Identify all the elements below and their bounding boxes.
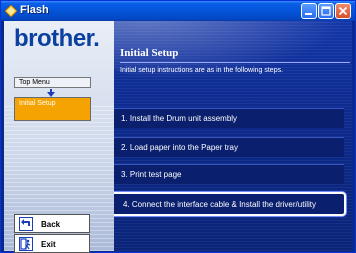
brother-logo: brother. xyxy=(14,25,100,52)
sidebar: brother. Top Menu Initial Setup Back Exi… xyxy=(4,21,114,253)
step-connect-cable-install-driver[interactable]: 4. Connect the interface cable & Install… xyxy=(114,192,346,216)
page-title: Initial Setup xyxy=(120,47,179,59)
exit-button-label: Exit xyxy=(41,240,56,249)
main-panel: Initial Setup Initial setup instructions… xyxy=(114,21,352,251)
maximize-icon xyxy=(321,6,331,16)
client-area: brother. Top Menu Initial Setup Back Exi… xyxy=(4,21,352,253)
close-button[interactable] xyxy=(335,3,351,19)
close-icon xyxy=(338,6,348,16)
minimize-button[interactable] xyxy=(301,3,317,19)
back-button[interactable]: Back xyxy=(14,214,90,233)
step-load-paper[interactable]: 2. Load paper into the Paper tray xyxy=(114,137,344,157)
nav-initial-setup: Initial Setup xyxy=(14,97,91,121)
minimize-icon xyxy=(305,13,312,15)
exit-button[interactable]: Exit xyxy=(14,234,90,253)
back-button-label: Back xyxy=(41,220,61,229)
step-install-drum[interactable]: 1. Install the Drum unit assembly xyxy=(114,108,344,128)
title-bar[interactable]: Flash xyxy=(1,1,355,21)
nav-top-menu[interactable]: Top Menu xyxy=(14,77,91,88)
exit-icon xyxy=(19,237,33,251)
down-arrow-icon xyxy=(47,89,55,97)
step-print-test-page[interactable]: 3. Print test page xyxy=(114,164,344,184)
maximize-button[interactable] xyxy=(318,3,334,19)
page-subtitle: Initial setup instructions are as in the… xyxy=(120,67,284,74)
app-window: Flash brother. Top Menu Initial Setup Ba… xyxy=(0,0,356,253)
window-title: Flash xyxy=(20,4,49,16)
back-arrow-icon xyxy=(19,217,33,231)
title-divider xyxy=(120,62,350,63)
flash-icon xyxy=(5,5,17,17)
